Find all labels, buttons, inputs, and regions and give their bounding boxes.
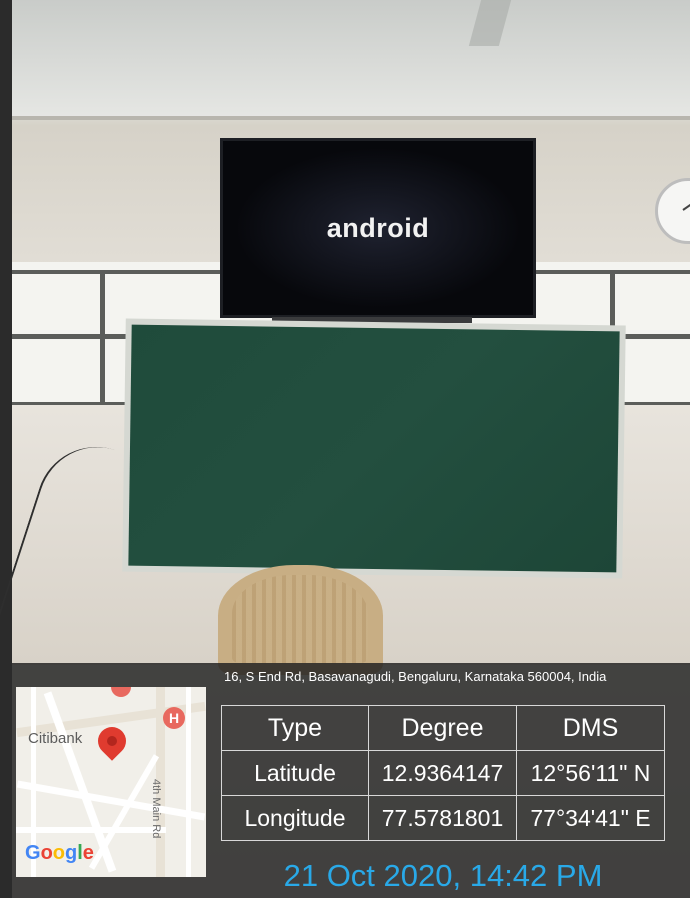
latitude-label: Latitude: [221, 750, 369, 796]
wall-tv: android: [220, 138, 536, 318]
table-row: Latitude 12.9364147 12°56'11" N: [221, 750, 665, 796]
longitude-dms: 77°34'41" E: [516, 795, 665, 841]
clock-hand: [682, 196, 690, 211]
map-road: [186, 687, 191, 877]
location-pin-icon: [92, 721, 132, 761]
chair-backrest: [232, 575, 368, 663]
hospital-icon: H: [163, 707, 185, 729]
header-degree: Degree: [368, 705, 517, 751]
map-marker-partial: [111, 687, 131, 697]
table-row: Longitude 77.5781801 77°34'41" E: [221, 795, 665, 841]
coordinates-table: Type Degree DMS Latitude 12.9364147 12°5…: [221, 705, 665, 841]
capture-timestamp: 21 Oct 2020, 14:42 PM: [283, 858, 603, 893]
map-road: [16, 827, 166, 833]
plastic-chair: [218, 565, 383, 675]
ceiling-edge: [12, 116, 690, 120]
chalkboard-surface: [128, 324, 620, 573]
photo-left-border: [0, 0, 12, 898]
chalkboard: [122, 318, 626, 579]
header-dms: DMS: [516, 705, 665, 751]
latitude-dms: 12°56'11" N: [516, 750, 665, 796]
map-road: [88, 754, 160, 870]
google-logo: Google: [25, 842, 94, 864]
map-label-citibank: Citibank: [28, 730, 83, 747]
latitude-degree: 12.9364147: [368, 750, 517, 796]
ceiling: [12, 0, 690, 118]
location-map: H Citibank 4th Main Rd Google: [16, 687, 206, 877]
window-mullion: [100, 270, 105, 406]
classroom-photo: android 16, S End Rd, Basavanagudi, Beng…: [0, 0, 690, 898]
wall-clock: [655, 178, 690, 244]
table-header-row: Type Degree DMS: [221, 705, 665, 751]
header-type: Type: [221, 705, 369, 751]
longitude-label: Longitude: [221, 795, 369, 841]
map-road: [16, 780, 206, 821]
tv-boot-logo: android: [326, 213, 430, 243]
longitude-degree: 77.5781801: [368, 795, 517, 841]
map-label-road: 4th Main Rd: [150, 779, 162, 839]
location-address: 16, S End Rd, Basavanagudi, Bengaluru, K…: [224, 669, 607, 684]
